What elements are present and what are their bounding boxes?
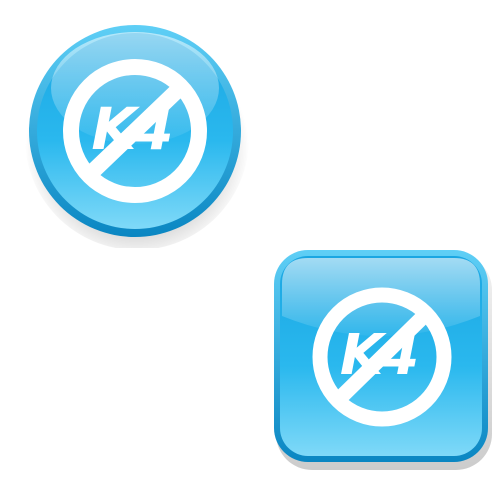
round-app-icon[interactable]: K4 — [22, 18, 252, 248]
svg-text:K4: K4 — [340, 323, 416, 388]
square-app-icon[interactable]: K4 — [270, 246, 496, 472]
svg-text:K4: K4 — [91, 95, 170, 163]
